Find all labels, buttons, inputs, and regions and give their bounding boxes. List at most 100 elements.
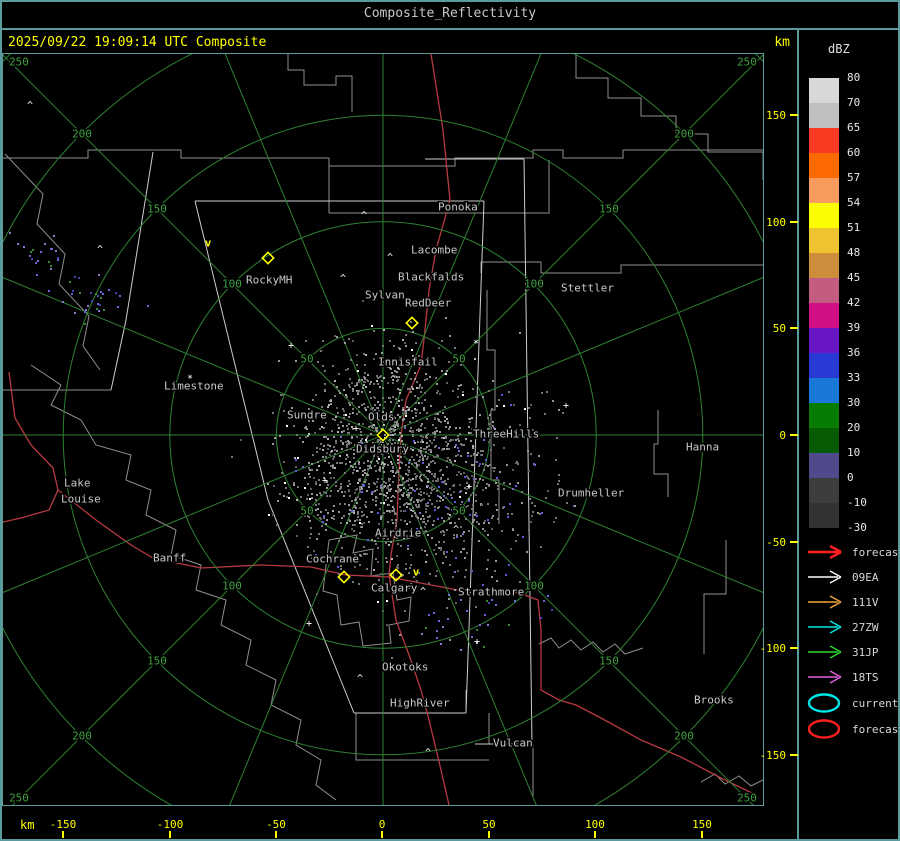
city-label: Lacombe <box>411 244 457 257</box>
bottom-axis-tick <box>381 831 383 838</box>
bottom-axis-unit-label: km <box>20 818 34 832</box>
svg-text:*: * <box>473 339 479 350</box>
bottom-axis-tick <box>488 831 490 838</box>
svg-text:150: 150 <box>147 655 167 668</box>
svg-text:50: 50 <box>300 353 313 366</box>
city-label: Hanna <box>686 441 719 454</box>
legend-label: 18TS <box>852 671 879 684</box>
color-scale-sidebar: dBZ 807065605754514845423936333020100-10… <box>800 30 898 838</box>
svg-text:+: + <box>353 424 359 435</box>
dbz-swatch <box>809 403 839 428</box>
dbz-swatch <box>809 203 839 228</box>
city-label: Sylvan <box>365 289 405 302</box>
dbz-swatch <box>809 303 839 328</box>
dbz-scale-label: 65 <box>847 122 893 134</box>
svg-text:250: 250 <box>737 56 757 69</box>
dbz-swatch <box>809 228 839 253</box>
city-label: HighRiver <box>390 697 450 710</box>
dbz-scale-label: 20 <box>847 422 893 434</box>
svg-text:^: ^ <box>340 274 346 285</box>
city-label: Banff <box>153 552 186 565</box>
right-axis-tick-label: -100 <box>742 642 786 655</box>
city-label: Limestone <box>164 380 224 393</box>
dbz-swatch <box>809 353 839 378</box>
svg-text:50: 50 <box>452 505 465 518</box>
highways <box>3 54 756 805</box>
legend-item-18TS: 18TS <box>804 666 879 688</box>
svg-text:^: ^ <box>420 587 426 598</box>
city-label: ThreeHills <box>473 428 539 441</box>
bottom-axis-tick <box>62 831 64 838</box>
bottom-axis-tick-label: -50 <box>254 818 298 831</box>
bottom-axis-tick <box>594 831 596 838</box>
radar-viewer-window: Composite_Reflectivity 2025/09/22 19:09:… <box>0 0 900 841</box>
right-axis-tick <box>790 541 798 543</box>
svg-text:^: ^ <box>97 245 103 256</box>
legend-label: 09EA <box>852 571 879 584</box>
right-axis-tick-label: 50 <box>742 322 786 335</box>
legend-item-111V: 111V <box>804 591 879 613</box>
svg-text:150: 150 <box>599 203 619 216</box>
svg-text:100: 100 <box>524 580 544 593</box>
dbz-swatch <box>809 378 839 403</box>
city-label: Stettler <box>561 282 614 295</box>
right-axis-tick <box>790 221 798 223</box>
city-label: RedDeer <box>405 297 452 310</box>
dbz-swatch <box>809 453 839 478</box>
svg-text:^: ^ <box>390 375 396 386</box>
svg-text:250: 250 <box>9 792 29 805</box>
title-bar: Composite_Reflectivity <box>0 0 900 26</box>
storm-vector-arrow-icon <box>804 566 848 588</box>
city-label: Ponoka <box>438 201 478 214</box>
legend-label: current <box>852 697 898 710</box>
bottom-axis-tick-label: 150 <box>680 818 724 831</box>
dbz-swatch <box>809 78 839 103</box>
dbz-scale-label: 33 <box>847 372 893 384</box>
city-label: Drumheller <box>558 487 625 500</box>
dbz-swatch <box>809 178 839 203</box>
right-axis-tick <box>790 647 798 649</box>
bottom-axis-tick <box>701 831 703 838</box>
dbz-scale-label: 45 <box>847 272 893 284</box>
storm-vector-arrow-icon <box>804 616 848 638</box>
svg-text:100: 100 <box>222 278 242 291</box>
radar-map: 5050505010010010010015015015015020020020… <box>2 53 764 806</box>
dbz-scale-label: 48 <box>847 247 893 259</box>
dbz-swatch <box>809 153 839 178</box>
svg-text:+: + <box>322 476 328 487</box>
svg-text:^: ^ <box>390 495 396 506</box>
city-label: Didsbury <box>356 443 409 456</box>
svg-text:250: 250 <box>737 792 757 805</box>
dbz-swatch <box>809 428 839 453</box>
bottom-axis-tick <box>169 831 171 838</box>
city-label: Olds <box>368 411 395 424</box>
city-label: Airdrie <box>375 527 421 540</box>
dbz-scale-label: 60 <box>847 147 893 159</box>
city-label: Sundre <box>287 409 327 422</box>
right-axis-tick-label: 100 <box>742 216 786 229</box>
svg-text:^: ^ <box>361 211 367 222</box>
svg-text:^: ^ <box>387 253 393 264</box>
storm-vector-arrow-icon <box>804 541 848 563</box>
svg-text:150: 150 <box>599 655 619 668</box>
city-label: Brooks <box>694 694 734 707</box>
legend-label: forecast <box>852 723 900 736</box>
legend-item-current: current <box>804 692 898 714</box>
dbz-scale-label: 80 <box>847 72 893 84</box>
svg-text:^: ^ <box>380 462 386 473</box>
right-axis-tick-label: -150 <box>742 749 786 762</box>
svg-text:^: ^ <box>425 748 431 759</box>
svg-text:+: + <box>288 341 294 352</box>
svg-text:250: 250 <box>9 56 29 69</box>
right-axis-tick <box>790 434 798 436</box>
bottom-axis-tick-label: -150 <box>41 818 85 831</box>
legend-label: 27ZW <box>852 621 879 634</box>
storm-extent-ellipse-icon <box>804 718 848 740</box>
right-axis-tick-label: 0 <box>742 429 786 442</box>
city-label: Okotoks <box>382 661 428 674</box>
svg-text:+: + <box>474 637 480 648</box>
storm-vector-arrow-icon <box>804 641 848 663</box>
legend-item-forecast: forecast <box>804 541 900 563</box>
svg-text:200: 200 <box>674 730 694 743</box>
legend-label: 111V <box>852 596 879 609</box>
